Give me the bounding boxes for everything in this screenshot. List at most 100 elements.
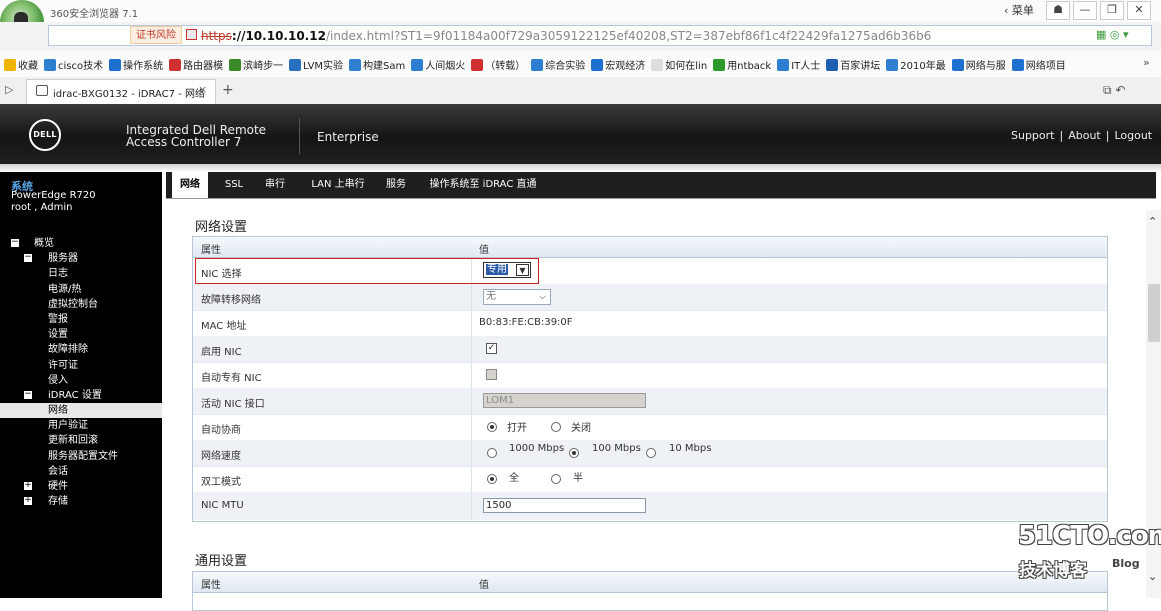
- bookmark-item[interactable]: 网络与服: [951, 57, 1006, 72]
- tab-close-icon[interactable]: ×: [198, 83, 207, 96]
- tab-network[interactable]: 网络: [172, 172, 208, 198]
- logout-link[interactable]: Logout: [1114, 129, 1152, 142]
- browser-menu-button[interactable]: ‹ 菜单: [1004, 2, 1034, 18]
- label-auto-dedicated: 自动专有 NIC: [201, 373, 262, 384]
- sidebar-item[interactable]: 更新和回滚: [0, 433, 162, 448]
- auto-dedicated-checkbox[interactable]: [486, 369, 497, 380]
- bookmark-item[interactable]: 滨崎步一: [229, 57, 283, 72]
- bookmark-label: LVM实验: [303, 61, 344, 72]
- speed-100-radio[interactable]: [569, 448, 579, 458]
- auto-negotiate-off-radio[interactable]: [551, 422, 561, 432]
- bookmark-item[interactable]: 2010年最: [886, 57, 946, 72]
- bookmark-label: 百家讲坛: [840, 61, 881, 72]
- sidebar-item[interactable]: 会话: [0, 464, 162, 479]
- sidebar-item[interactable]: 网络: [0, 403, 162, 419]
- sidebar-item[interactable]: 日志: [0, 266, 162, 281]
- support-link[interactable]: Support: [1011, 129, 1054, 142]
- close-window-icon[interactable]: ✕: [1127, 1, 1151, 20]
- sidebar-item[interactable]: + 硬件: [0, 479, 162, 494]
- bookmark-label: 综合实验: [545, 61, 586, 72]
- collapse-icon[interactable]: −: [11, 238, 19, 247]
- scroll-up-icon[interactable]: ⌃: [1148, 215, 1157, 228]
- nic-select-highlight: [195, 258, 539, 284]
- bookmark-label: cisco技术: [58, 61, 104, 72]
- enable-nic-checkbox[interactable]: ✓: [486, 343, 497, 354]
- bookmark-item[interactable]: 如何在lin: [651, 57, 707, 72]
- scrollbar-thumb[interactable]: [1148, 284, 1160, 342]
- sidebar-item[interactable]: 用户验证: [0, 418, 162, 433]
- active-nic-field[interactable]: LOM1: [483, 393, 646, 408]
- bookmark-item[interactable]: 操作系统: [109, 57, 163, 72]
- sidebar-item[interactable]: 设置: [0, 327, 162, 342]
- auto-negotiate-on-label: 打开: [507, 423, 527, 434]
- bookmark-item[interactable]: cisco技术: [44, 57, 103, 72]
- sidebar-item[interactable]: 虚拟控制台: [0, 297, 162, 312]
- speed-1000-radio[interactable]: [487, 448, 497, 458]
- dell-logo: DELL: [29, 119, 61, 151]
- bookmark-icon: [289, 59, 302, 71]
- browser-titlebar: [0, 0, 1161, 22]
- label-duplex: 双工模式: [201, 477, 241, 488]
- tab-os-to-idrac[interactable]: 操作系统至 iDRAC 直通: [420, 172, 546, 198]
- duplex-full-radio[interactable]: [487, 474, 497, 484]
- browser-app-title: 360安全浏览器 7.1: [50, 9, 139, 20]
- sidebar-toggle-icon[interactable]: ▷: [5, 83, 13, 96]
- tab-serial-over-lan[interactable]: LAN 上串行: [300, 172, 376, 198]
- scroll-down-icon[interactable]: ⌄: [1148, 570, 1157, 583]
- tab-services[interactable]: 服务: [380, 172, 412, 198]
- bookmark-item[interactable]: IT人士: [777, 57, 820, 72]
- minimize-icon[interactable]: —: [1073, 1, 1097, 20]
- bookmark-more-icon[interactable]: »: [1143, 56, 1150, 69]
- header-divider: [299, 118, 300, 154]
- tab-serial[interactable]: 串行: [258, 172, 292, 198]
- bookmark-item[interactable]: 人间烟火: [411, 57, 465, 72]
- bookmark-item[interactable]: 宏观经济: [591, 57, 645, 72]
- sidebar-item-label: 服务器: [48, 253, 78, 265]
- tab-favicon-icon: [36, 85, 48, 96]
- expand-icon[interactable]: +: [24, 496, 32, 506]
- bookmark-item[interactable]: （转载）: [471, 57, 525, 72]
- skin-icon[interactable]: ☗: [1046, 1, 1070, 20]
- sidebar-item[interactable]: 侵入: [0, 373, 162, 388]
- bookmark-icon: [591, 59, 604, 71]
- cert-warning-badge[interactable]: 证书风险: [130, 26, 182, 44]
- maximize-icon[interactable]: ❐: [1100, 1, 1124, 20]
- bookmark-item[interactable]: 综合实验: [531, 57, 585, 72]
- sidebar-item[interactable]: 故障排除: [0, 342, 162, 357]
- bookmark-item[interactable]: LVM实验: [289, 57, 343, 72]
- bookmark-icon: [471, 59, 484, 71]
- tab-tools-icon[interactable]: ⧉ ↶: [1103, 83, 1125, 98]
- bookmark-item[interactable]: 网络项目: [1011, 57, 1066, 72]
- sidebar-item[interactable]: 警报: [0, 312, 162, 327]
- collapse-icon[interactable]: −: [24, 253, 32, 263]
- bookmark-item[interactable]: 构建Sam: [349, 57, 405, 72]
- bookmark-item[interactable]: 百家讲坛: [826, 57, 880, 72]
- sidebar-item[interactable]: 服务器配置文件: [0, 449, 162, 464]
- sidebar-item[interactable]: − iDRAC 设置: [0, 388, 162, 403]
- mac-address-value: B0:83:FE:CB:39:0F: [479, 317, 573, 328]
- speed-10-radio[interactable]: [646, 448, 656, 458]
- url-text[interactable]: https://10.10.10.12/index.html?ST1=9f011…: [201, 29, 931, 43]
- new-tab-icon[interactable]: +: [222, 82, 234, 98]
- bookmark-item[interactable]: 收藏: [4, 57, 38, 72]
- sidebar-item[interactable]: 电源/热: [0, 282, 162, 297]
- sidebar-item[interactable]: − 服务器: [0, 251, 162, 266]
- about-link[interactable]: About: [1068, 129, 1101, 142]
- expand-icon[interactable]: +: [24, 481, 32, 490]
- auto-negotiate-on-radio[interactable]: [487, 422, 497, 432]
- sidebar-item[interactable]: 许可证: [0, 358, 162, 373]
- mtu-input[interactable]: 1500: [483, 498, 646, 513]
- sidebar-item[interactable]: − 概览: [0, 236, 162, 251]
- duplex-half-radio[interactable]: [551, 474, 561, 484]
- tab-ssl[interactable]: SSL: [214, 172, 254, 198]
- row-mtu: NIC MTU 1500: [193, 492, 1107, 520]
- sidebar-item-label: 警报: [48, 313, 68, 325]
- general-settings-title: 通用设置: [195, 554, 248, 569]
- bookmark-item[interactable]: 路由器模: [169, 57, 223, 72]
- collapse-icon[interactable]: −: [24, 389, 32, 399]
- url-tools-icon[interactable]: ▦ ◎ ▾: [1096, 28, 1129, 41]
- failover-dropdown[interactable]: 无 ⌵: [483, 289, 551, 305]
- bookmark-item[interactable]: 用ntback: [713, 57, 771, 72]
- sidebar-item[interactable]: + 存储: [0, 494, 162, 509]
- speed-10-label: 10 Mbps: [669, 443, 712, 454]
